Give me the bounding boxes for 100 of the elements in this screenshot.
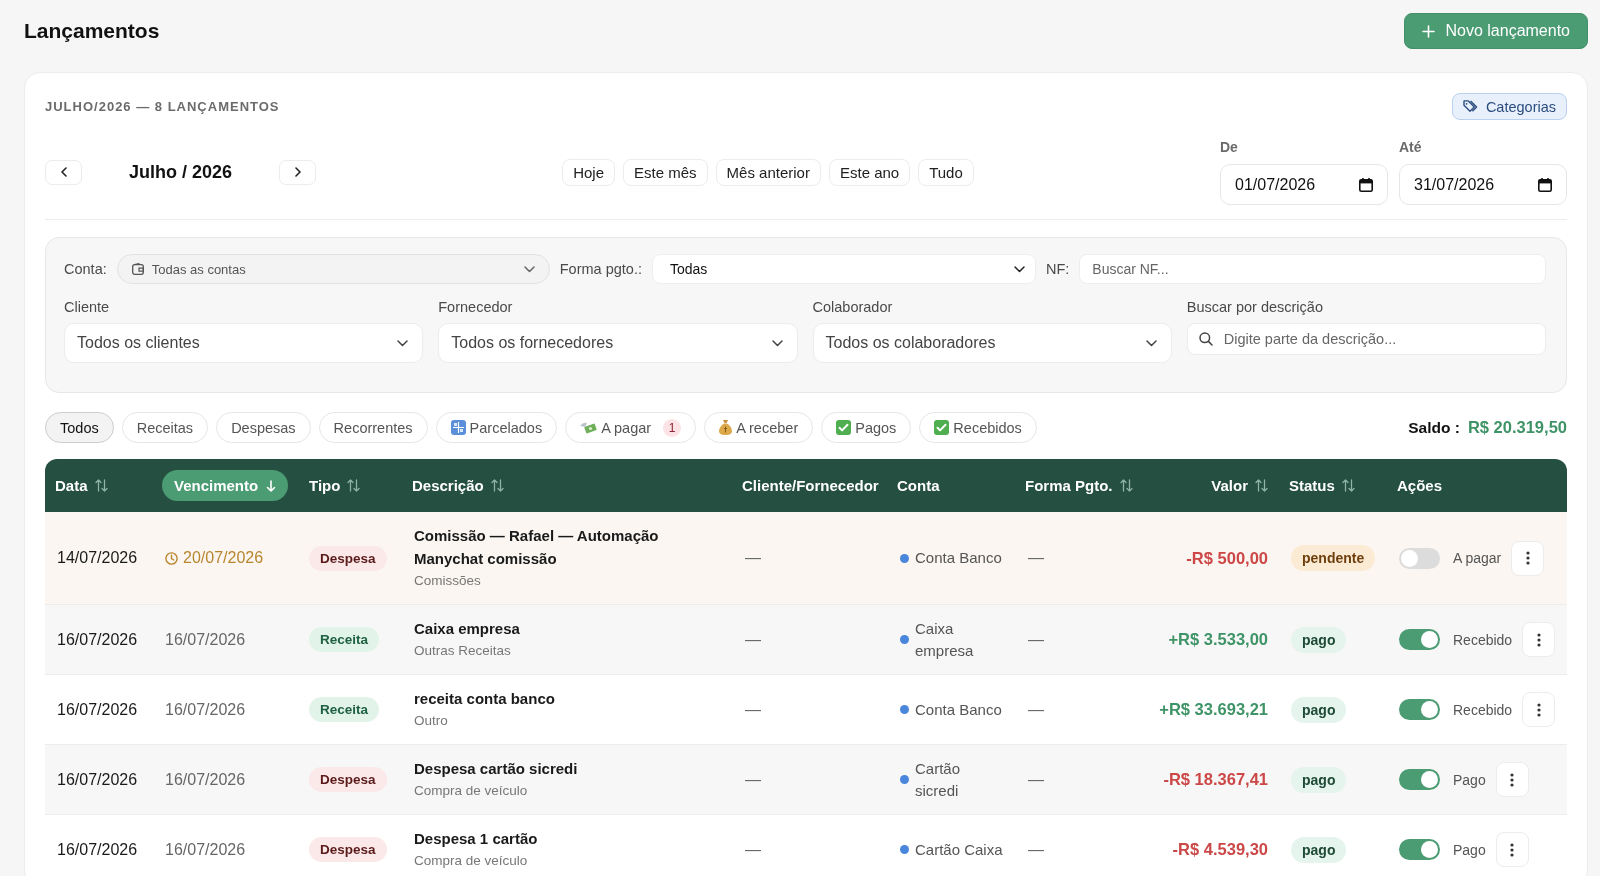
filter-chip[interactable]: Recebidos: [919, 412, 1037, 443]
filter-label: Colaborador: [812, 299, 894, 316]
more-options-button[interactable]: [1495, 832, 1529, 867]
checkmark-icon: [836, 420, 852, 435]
payment-method-select[interactable]: Todas: [651, 254, 1036, 284]
account-filter-label: Conta:: [64, 261, 107, 277]
filter-chip[interactable]: Todos: [45, 412, 114, 443]
filter-label: Cliente: [64, 299, 111, 316]
column-header[interactable]: Tipo: [309, 477, 361, 494]
more-options-button[interactable]: [1495, 762, 1529, 797]
account-name: Caixa empresa: [915, 618, 975, 661]
payment-method-text: —: [1027, 700, 1044, 719]
description-title: receita conta banco: [414, 689, 555, 709]
date-range-button[interactable]: Este ano: [828, 158, 911, 186]
filter-chip[interactable]: Despesas: [216, 412, 311, 443]
balance-value: R$ 20.319,50: [1467, 418, 1567, 437]
paid-toggle[interactable]: [1399, 629, 1440, 650]
vertical-dots-icon: [1525, 551, 1530, 565]
filter-select[interactable]: Todos os colaboradores: [812, 323, 1172, 363]
arrow-down-icon: [266, 479, 277, 492]
more-options-button[interactable]: [1522, 692, 1556, 727]
due-date-text: 20/07/2026: [183, 549, 264, 567]
chevron-down-icon: [1145, 339, 1157, 347]
sort-icon: [1341, 479, 1355, 492]
date-range-button[interactable]: Este mês: [623, 158, 708, 186]
numbers-icon: [450, 420, 466, 435]
status-badge: pago: [1291, 696, 1347, 723]
category-text: Compra de veículo: [414, 852, 528, 870]
due-date-text: 16/07/2026: [165, 840, 246, 859]
date-text: 16/07/2026: [56, 700, 138, 719]
payment-method-text: —: [1027, 840, 1044, 859]
chevron-down-icon: [1013, 265, 1025, 273]
more-options-button[interactable]: [1522, 622, 1556, 657]
description-search-field[interactable]: Digite parte da descrição...: [1186, 323, 1546, 355]
sort-icon: [1119, 479, 1133, 492]
column-header[interactable]: Data: [55, 477, 108, 494]
paid-toggle[interactable]: [1399, 547, 1440, 569]
plus-icon: [1422, 24, 1436, 38]
account-select[interactable]: Todas as contas: [116, 254, 550, 284]
filter-chip[interactable]: Parcelados: [435, 412, 558, 443]
filter-select[interactable]: Todos os fornecedores: [438, 323, 798, 363]
sort-icon: [1255, 479, 1268, 492]
filter-label: Buscar por descrição: [1186, 299, 1324, 316]
date-text: 16/07/2026: [56, 630, 138, 649]
filter-chip[interactable]: A receber: [704, 412, 814, 443]
next-month-button[interactable]: [279, 159, 316, 185]
chevron-right-icon: [294, 167, 301, 177]
sort-icon: [347, 479, 361, 492]
filter-chip[interactable]: Recorrentes: [318, 412, 428, 443]
column-header: Ações: [1397, 477, 1443, 494]
filter-chip[interactable]: A pagar 1: [565, 412, 697, 443]
payment-status-label: Pago: [1453, 771, 1486, 788]
paid-toggle[interactable]: [1399, 769, 1440, 790]
description-title: Despesa cartão sicredi: [414, 759, 578, 779]
column-header[interactable]: Descrição: [412, 477, 504, 494]
account-name: Conta Banco: [915, 548, 1002, 568]
status-badge: pago: [1291, 626, 1347, 653]
sort-icon: [490, 479, 504, 492]
date-field[interactable]: 31/07/2026: [1399, 164, 1567, 205]
account-dot-icon: [900, 775, 909, 784]
filter-select[interactable]: Todos os clientes: [64, 323, 424, 363]
categories-button[interactable]: Categorias: [1451, 93, 1567, 120]
filter-chip[interactable]: Pagos: [821, 412, 912, 443]
previous-month-button[interactable]: [45, 159, 82, 185]
month-label: Julho / 2026: [127, 161, 233, 183]
clock-icon: [165, 551, 178, 565]
account-dot-icon: [900, 635, 909, 644]
column-header[interactable]: Valor: [1211, 477, 1268, 494]
category-text: Compra de veículo: [414, 782, 528, 800]
chevron-down-icon: [523, 265, 535, 273]
money-bag-icon: [719, 420, 733, 435]
status-badge: pago: [1291, 766, 1347, 793]
due-date-text: 16/07/2026: [165, 770, 246, 789]
account-name: Cartão sicredi: [915, 758, 962, 801]
column-header[interactable]: Status: [1289, 477, 1355, 494]
type-tag: Receita: [309, 627, 380, 652]
status-badge: pago: [1291, 836, 1347, 863]
more-options-button[interactable]: [1511, 540, 1545, 576]
paid-toggle[interactable]: [1399, 839, 1440, 860]
invoice-search-field[interactable]: Buscar NF...: [1079, 254, 1546, 284]
payment-method-text: —: [1027, 630, 1044, 649]
balance-label: Saldo :: [1408, 419, 1460, 437]
vertical-dots-icon: [1510, 842, 1515, 857]
date-range-button[interactable]: Mês anterior: [715, 158, 821, 186]
sort-icon: [94, 479, 108, 492]
date-range-button[interactable]: Hoje: [562, 158, 616, 186]
client-supplier-text: —: [744, 549, 761, 567]
date-field[interactable]: 01/07/2026: [1220, 164, 1388, 205]
checkmark-icon: [934, 420, 950, 435]
calendar-icon: [1538, 177, 1552, 192]
description-title: Despesa 1 cartão: [414, 829, 538, 849]
wallet-icon: [131, 263, 144, 275]
count-badge: 1: [663, 418, 682, 437]
chevron-down-icon: [771, 339, 783, 347]
date-text: 14/07/2026: [56, 549, 138, 567]
column-header[interactable]: Forma Pgto.: [1025, 477, 1133, 494]
filter-chip[interactable]: Receitas: [121, 412, 209, 443]
paid-toggle[interactable]: [1399, 699, 1440, 720]
client-supplier-text: —: [744, 770, 761, 789]
date-range-button[interactable]: Tudo: [918, 158, 974, 186]
